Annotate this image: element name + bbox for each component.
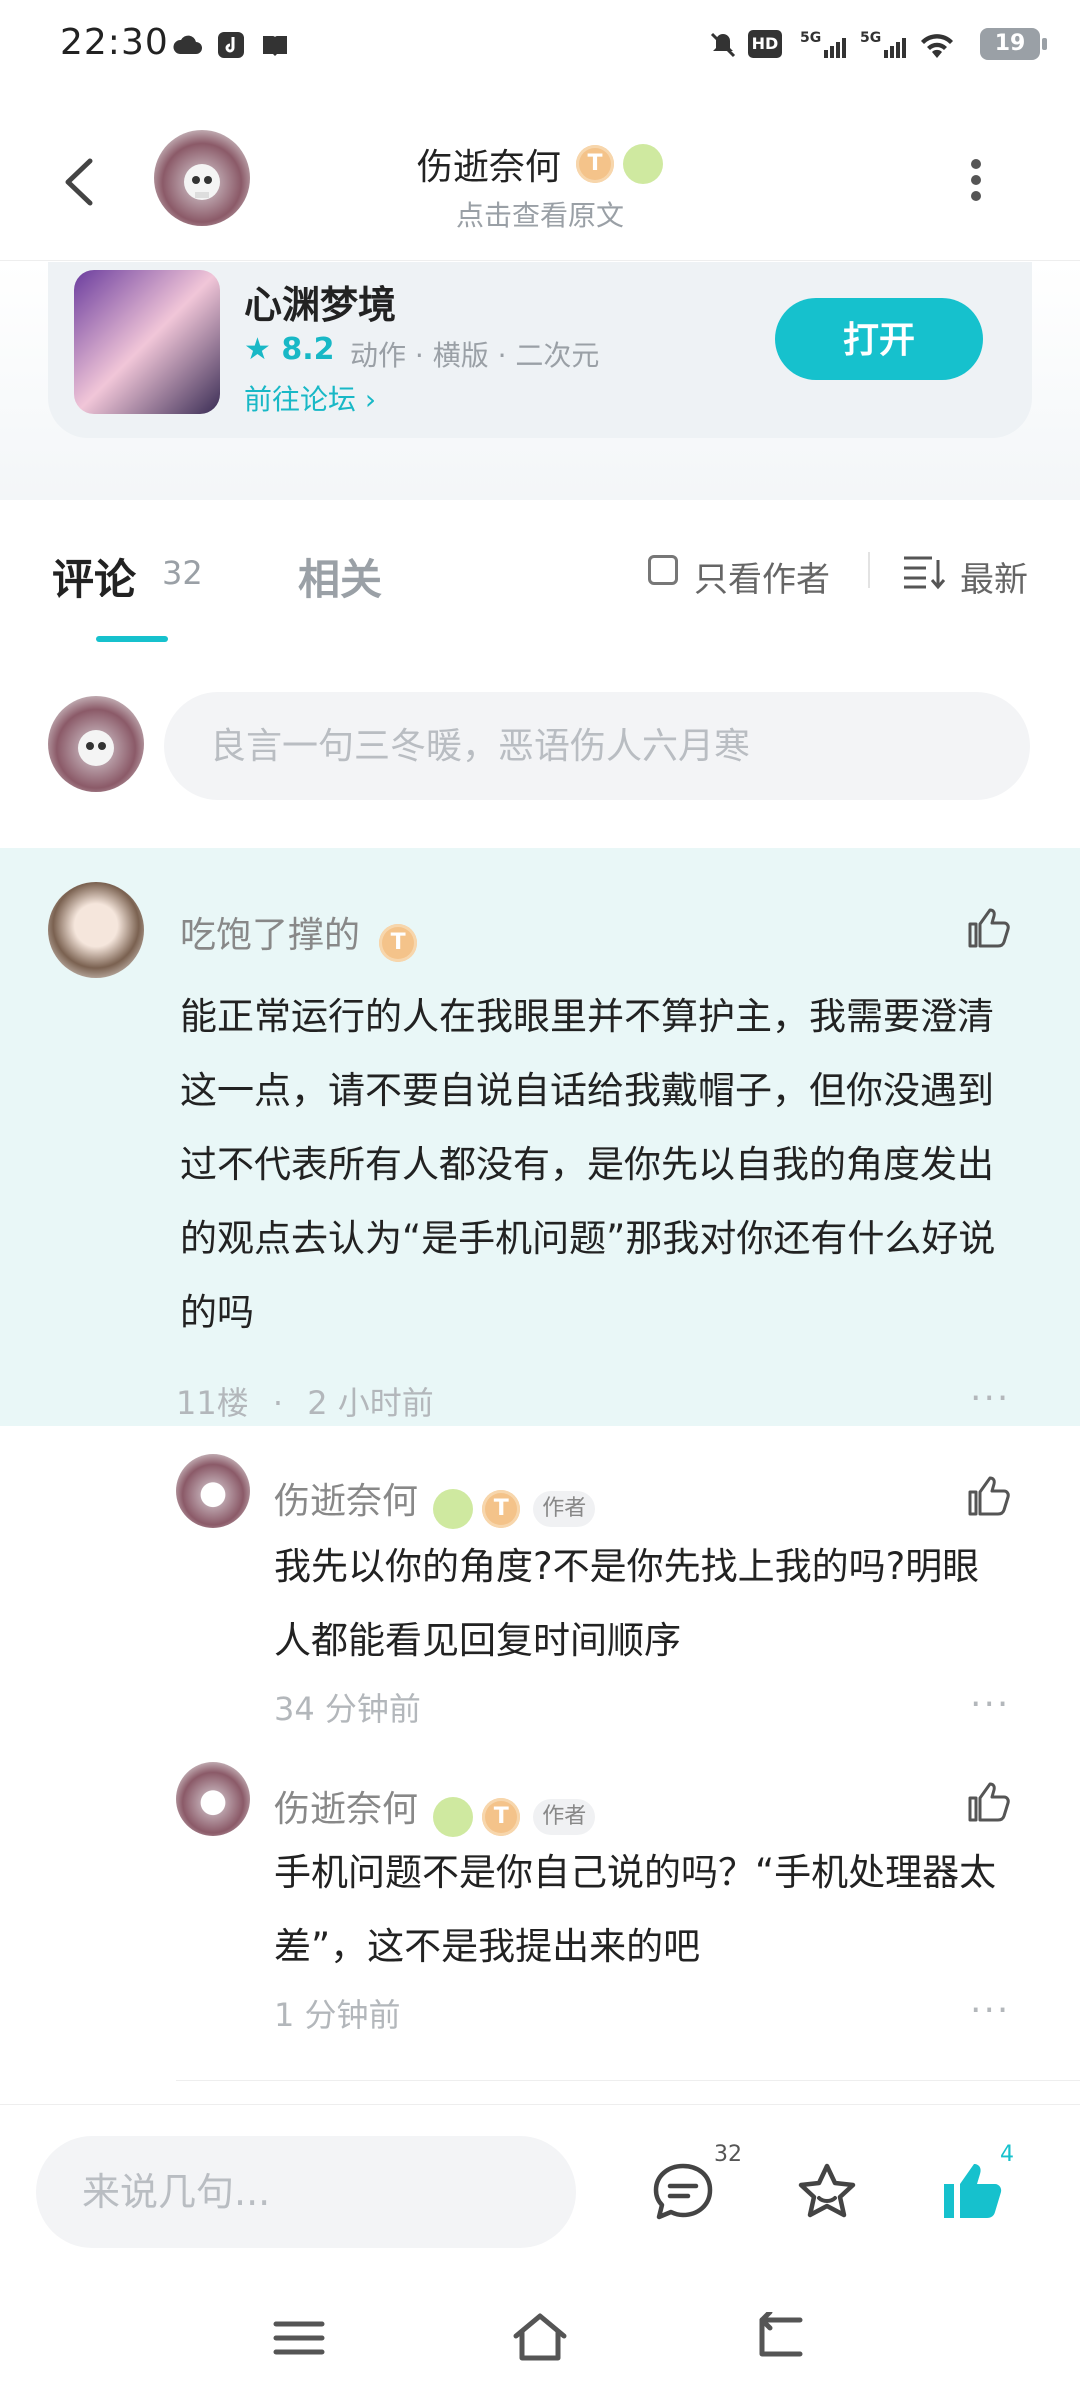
favorite-icon[interactable] [794,2160,860,2226]
page-title: 伤逝奈何 [416,147,561,188]
divider [868,552,870,588]
tiktok-icon [218,32,244,58]
like-filled-icon[interactable] [938,2156,1008,2226]
reply-username[interactable]: 伤逝奈何 [274,1481,418,1522]
reply-user-row: 伤逝奈何 T 作者 [274,1472,596,1529]
tab-related[interactable]: 相关 [298,546,382,607]
skull-icon [78,730,114,766]
like-icon[interactable] [966,904,1014,952]
reply-user-row: 伤逝奈何 T 作者 [274,1780,596,1837]
reply-content: 我先以你的角度?不是你先找上我的吗?明眼人都能看见回复时间顺序 [274,1545,980,1662]
open-game-button[interactable]: 打开 [775,298,983,380]
level-badge: T [482,1489,521,1528]
comment-username[interactable]: 吃饱了撑的 [180,915,360,956]
author-only-filter[interactable]: 只看作者 [694,552,830,601]
game-icon[interactable] [74,270,220,414]
character-badge-icon [433,1488,474,1529]
more-horiz-icon[interactable]: ··· [970,1378,1010,1419]
home-icon[interactable] [510,2310,570,2362]
back-nav-icon[interactable] [754,2312,806,2360]
chevron-right-icon: › [364,383,377,416]
active-tab-indicator [96,636,168,642]
svg-text:5G: 5G [860,30,881,46]
reply-avatar[interactable] [176,1762,250,1836]
game-tags: 动作 · 横版 · 二次元 [350,339,600,372]
game-rating: ★ 8.2 [244,332,335,367]
sort-icon[interactable] [902,554,946,590]
comment-input[interactable] [164,692,1030,800]
comment-count: 32 [714,2142,742,2167]
book-icon [263,36,287,56]
comment-floor: 11楼 [176,1384,249,1422]
like-icon[interactable] [966,1778,1014,1826]
status-time: 22:30 [60,22,169,63]
header-title-row[interactable]: 伤逝奈何 T [0,138,1080,190]
divider [176,2080,1080,2081]
sort-latest[interactable]: 最新 [960,552,1028,601]
like-icon[interactable] [966,1472,1014,1520]
forum-link[interactable]: 前往论坛 › [244,378,376,418]
forum-link-label: 前往论坛 [244,383,357,416]
signal-5g-icon-2: 5G [860,30,906,58]
rating-value: 8.2 [281,332,335,367]
reply-time: 1 分钟前 [274,1996,401,2034]
my-avatar [48,696,144,792]
reply-content: 手机问题不是你自己说的吗？“手机处理器太差”，这不是我提出来的吧 [274,1851,997,1968]
commenter-avatar[interactable] [48,882,144,978]
tab-comments[interactable]: 评论 [52,546,136,607]
status-bar: 22:30 HD 5G 5G 19 [0,0,1080,96]
like-count: 4 [1000,2142,1014,2167]
signal-5g-icon: 5G [800,30,846,58]
level-badge: T [576,145,614,183]
comment-icon[interactable] [650,2160,716,2226]
more-horiz-icon[interactable]: ··· [970,1684,1010,1725]
hd-icon: HD [748,30,782,58]
author-tag: 作者 [533,1490,596,1527]
comment-time: 2 小时前 [307,1384,434,1422]
character-badge-icon [433,1796,474,1837]
view-original-link[interactable]: 点击查看原文 [0,194,1080,234]
level-badge: T [482,1797,521,1836]
reply-username[interactable]: 伤逝奈何 [274,1789,418,1830]
more-horiz-icon[interactable]: ··· [970,1990,1010,2031]
comment-content: 能正常运行的人在我眼里并不算护主，我需要澄清这一点，请不要自说自话给我戴帽子，但… [180,995,996,1334]
menu-icon[interactable] [272,2318,326,2358]
wifi-icon [921,34,953,58]
checkbox-icon[interactable] [648,555,678,585]
author-tag: 作者 [533,1798,596,1835]
reply-avatar[interactable] [176,1454,250,1528]
star-icon: ★ [244,332,271,367]
mute-bell-icon [710,32,736,58]
comments-count: 32 [162,554,203,592]
level-badge: T [379,923,418,962]
game-name: 心渊梦境 [244,283,397,327]
cloud-icon [173,35,202,54]
svg-text:5G: 5G [800,30,821,46]
say-something-input[interactable] [36,2136,576,2248]
comment-user-row: 吃饱了撑的 T [180,906,418,962]
comment-meta: 11楼 · 2 小时前 [176,1384,434,1422]
battery-indicator: 19 [980,28,1047,60]
character-badge-icon [623,144,664,184]
reply-time: 34 分钟前 [274,1690,421,1728]
